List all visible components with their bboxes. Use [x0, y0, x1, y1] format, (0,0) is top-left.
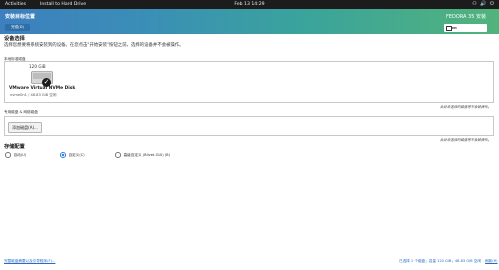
full-disk-summary-link[interactable]: 完整磁盘摘要以及引导程序(F)...: [4, 259, 55, 264]
radio-icon[interactable]: [115, 152, 121, 158]
top-bar: Activities Install to Hard Drive Feb 13 …: [0, 0, 499, 9]
special-disks-panel: [4, 116, 494, 136]
storage-option-label: 自动(U): [13, 152, 27, 157]
storage-option-label: 高级自定义 (Blivet-GUI) (B): [123, 152, 171, 157]
radio-icon[interactable]: [5, 152, 11, 158]
storage-option-custom[interactable]: 自定义(C): [60, 152, 85, 158]
keyboard-layout-indicator[interactable]: cn: [444, 24, 487, 32]
device-selection-description: 选择您想要将系统安装到的设备。在您点击"开始安装"按钮之前，选择的设备并不会被操…: [4, 43, 184, 48]
disk-tile-nvme0n1[interactable]: 120 GiB ✓ VMware Virtual NVMe Disk nvme0…: [9, 64, 75, 100]
disk-size: 120 GiB: [29, 64, 46, 69]
device-selection-heading: 设备选择: [4, 36, 25, 42]
storage-option-automatic[interactable]: 自动(U): [5, 152, 26, 158]
done-button[interactable]: 完成(D): [5, 24, 30, 31]
special-disks-note: 此处未选择的磁盘将不会被操作。: [440, 138, 491, 142]
local-disks-panel: [4, 61, 494, 103]
page-title: 安装目标位置: [5, 14, 36, 20]
storage-option-label: 自定义(C): [68, 152, 85, 157]
local-disks-note: 此处未选择的磁盘将不会被操作。: [440, 105, 491, 109]
add-disk-button[interactable]: 添加磁盘(A)...: [8, 122, 42, 133]
selection-status-text: 已选择 1 个磁盘；容量 120 GiB；48.83 GiB 空闲: [399, 259, 481, 263]
clock[interactable]: Feb 13 14:29: [0, 2, 499, 7]
keyboard-layout-label: cn: [452, 26, 457, 30]
special-disks-label: 专用磁盘 & 网络磁盘: [4, 110, 38, 114]
product-version: FEDORA 35 安装: [445, 14, 486, 20]
system-status-icons[interactable]: ⚇ 🔊 ⏻: [472, 1, 495, 7]
selection-status: 已选择 1 个磁盘；容量 120 GiB；48.83 GiB 空闲 刷新(R): [399, 259, 498, 264]
refresh-link[interactable]: 刷新(R): [485, 259, 498, 263]
disk-name: VMware Virtual NVMe Disk: [9, 86, 76, 91]
storage-option-advanced[interactable]: 高级自定义 (Blivet-GUI) (B): [115, 152, 170, 158]
installer-header: 安装目标位置 完成(D) FEDORA 35 安装 cn: [0, 9, 499, 34]
disk-info: nvme0n1 / 48.83 GiB 空闲: [10, 93, 57, 97]
radio-selected-icon[interactable]: [60, 152, 66, 158]
storage-config-heading: 存储配置: [4, 144, 25, 150]
